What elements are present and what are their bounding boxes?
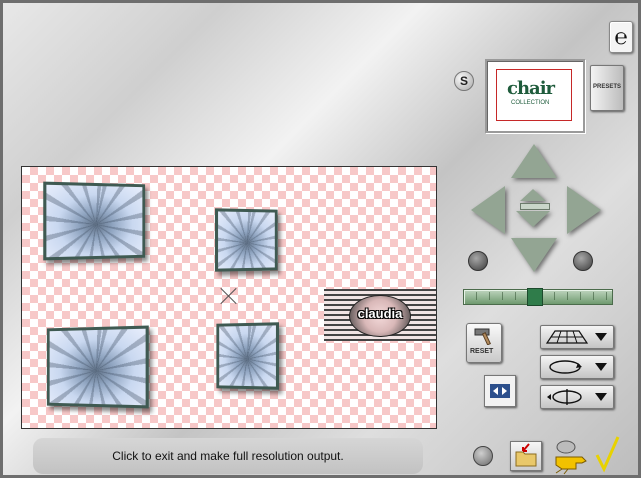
arrow-right-icon[interactable]: [567, 186, 601, 234]
rotate-right-icon[interactable]: [573, 251, 593, 271]
status-message: Click to exit and make full resolution o…: [112, 449, 344, 463]
rotate-button[interactable]: [540, 355, 614, 379]
tile-top-left: [43, 181, 146, 261]
grid-icon[interactable]: [473, 446, 493, 466]
chevron-down-icon: [595, 363, 607, 371]
rotate-icon: [549, 360, 582, 374]
preview-thumbnail: chair COLLECTION: [496, 69, 572, 121]
zoom-slider[interactable]: [463, 288, 613, 306]
filter-dialog: ℮ S chair COLLECTION PRESETS claudia RES…: [0, 0, 641, 478]
slider-thumb[interactable]: [527, 288, 543, 306]
fit-icon: [490, 384, 510, 398]
checkmark-icon[interactable]: [594, 435, 620, 473]
logo-icon[interactable]: ℮: [609, 21, 633, 53]
center-bar: [520, 203, 550, 210]
chevron-down-icon: [595, 333, 607, 341]
perspective-icon: [545, 330, 589, 344]
flip-button[interactable]: [540, 385, 614, 409]
arrow-left-icon[interactable]: [471, 186, 505, 234]
rotate-left-icon[interactable]: [468, 251, 488, 271]
presets-button[interactable]: PRESETS: [590, 65, 624, 111]
hammer-icon: [474, 328, 492, 345]
s-button-label: S: [459, 74, 468, 88]
folder-button[interactable]: [510, 441, 542, 471]
preview-canvas[interactable]: claudia: [21, 166, 437, 429]
reset-label: RESET: [470, 348, 494, 355]
watermark-text: claudia: [357, 306, 403, 321]
small-arrow-down-icon[interactable]: [516, 211, 550, 227]
presets-label: PRESETS: [593, 84, 622, 90]
pointer-hand-icon[interactable]: [552, 439, 598, 475]
perspective-button[interactable]: [540, 325, 614, 349]
status-bar[interactable]: Click to exit and make full resolution o…: [33, 438, 423, 474]
watermark-badge: claudia: [349, 295, 411, 337]
center-crosshair[interactable]: [220, 287, 238, 305]
fit-button[interactable]: [484, 375, 516, 407]
preview-subtext: COLLECTION: [511, 100, 550, 106]
arrow-down-icon[interactable]: [511, 238, 557, 272]
preset-preview[interactable]: chair COLLECTION: [485, 59, 585, 133]
ok-area[interactable]: [552, 435, 622, 475]
chevron-down-icon: [595, 393, 607, 401]
small-arrow-up-icon[interactable]: [520, 189, 546, 201]
arrow-up-icon[interactable]: [511, 144, 557, 178]
tile-top-right: [214, 208, 278, 272]
s-button[interactable]: S: [454, 71, 474, 91]
flip-icon: [547, 389, 582, 405]
tile-bottom-right: [216, 322, 280, 390]
reset-button[interactable]: RESET: [466, 323, 502, 363]
tile-bottom-left: [46, 325, 149, 409]
folder-icon: [515, 443, 537, 467]
preview-text: chair: [507, 78, 555, 99]
